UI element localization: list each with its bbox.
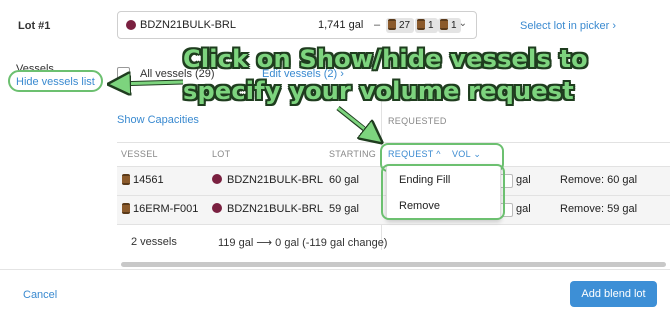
- lot-column-header: LOT: [212, 149, 231, 159]
- starting-column-header: STARTING: [329, 149, 377, 159]
- chevron-down-icon: ⌄: [458, 18, 467, 29]
- select-lot-in-picker-link[interactable]: Select lot in picker ›: [520, 20, 616, 32]
- barrel-icon: [122, 174, 130, 185]
- show-capacities-link[interactable]: Show Capacities: [117, 114, 199, 126]
- lot-name: BDZN21BULK-BRL: [140, 19, 236, 31]
- barrel-icon: [122, 203, 130, 214]
- unit-cell: gal: [516, 203, 531, 215]
- cancel-button[interactable]: Cancel: [23, 289, 57, 301]
- lot-volume: 1,741 gal: [318, 19, 364, 31]
- annotation-callout-line-2: specify your volume request: [183, 77, 574, 105]
- vessel-column-header: VESSEL: [121, 149, 158, 159]
- vessel-count: 2 vessels: [131, 236, 177, 248]
- footer-divider: [0, 269, 670, 270]
- barrel-icon: [417, 19, 425, 30]
- barrel-count-chip: 1: [415, 18, 438, 33]
- requested-header: REQUESTED: [388, 116, 447, 126]
- barrel-icon: [388, 19, 396, 30]
- lot-cell: BDZN21BULK-BRL: [212, 203, 323, 215]
- add-blend-lot-button[interactable]: Add blend lot: [570, 281, 657, 307]
- annotation-callout-line-1: Click on Show/hide vessels to: [183, 45, 588, 73]
- remove-cell: Remove: 60 gal: [560, 174, 638, 186]
- remove-cell: Remove: 59 gal: [560, 203, 638, 215]
- lot-cell: BDZN21BULK-BRL: [212, 174, 323, 186]
- lot-dash: –: [374, 19, 381, 31]
- barrel-icon: [440, 19, 448, 30]
- vessel-cell: 14561: [122, 174, 164, 186]
- barrel-count-chip: 1: [438, 18, 461, 33]
- wine-color-dot: [212, 174, 222, 184]
- horizontal-scrollbar[interactable]: [121, 262, 666, 267]
- vessel-cell: 16ERM-F001: [122, 203, 198, 215]
- starting-cell: 59 gal: [329, 203, 359, 215]
- highlight-oval: [381, 164, 505, 220]
- unit-cell: gal: [516, 174, 531, 186]
- lot-label: Lot #1: [18, 20, 51, 32]
- row-divider: [117, 224, 670, 225]
- lot-select[interactable]: BDZN21BULK-BRL 1,741 gal – 27 1 1 ⌄: [117, 11, 477, 39]
- barrel-count-chip: 27: [386, 18, 415, 33]
- wine-color-dot: [212, 203, 222, 213]
- starting-cell: 60 gal: [329, 174, 359, 186]
- wine-color-dot: [126, 20, 136, 30]
- hide-vessels-list-link[interactable]: Hide vessels list: [16, 76, 95, 88]
- volume-change-summary: 119 gal ⟶ 0 gal (-119 gal change): [218, 237, 388, 249]
- all-vessels-checkbox[interactable]: [117, 67, 130, 80]
